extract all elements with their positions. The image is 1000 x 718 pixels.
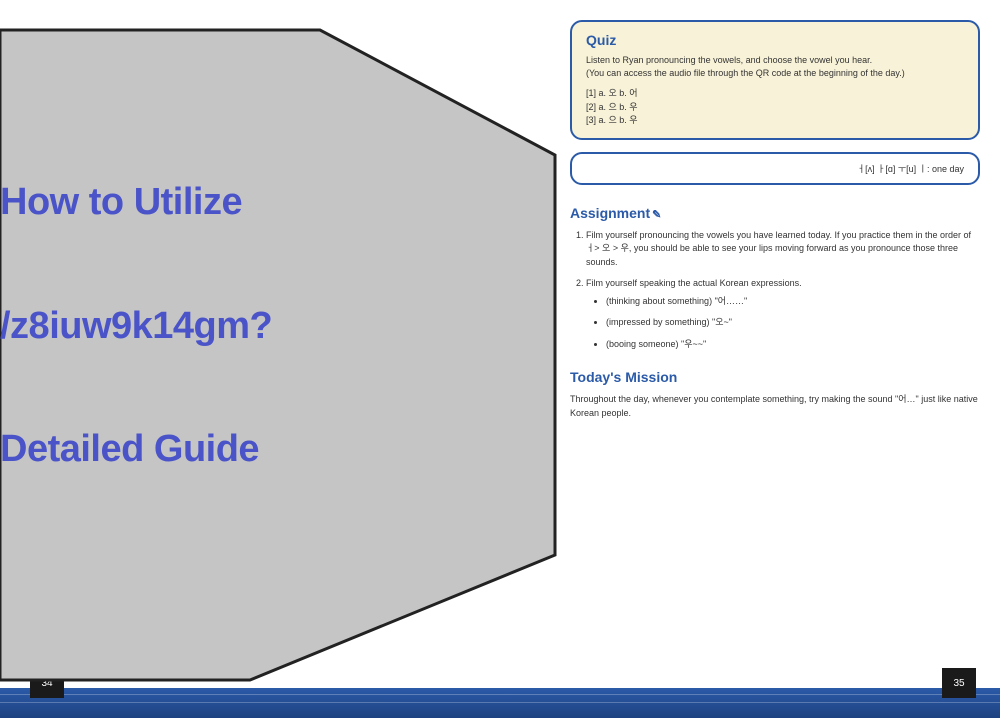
doc-left-bottom-text: …er that lets you feel that you're natur… xyxy=(180,590,440,628)
assignment-title-text: Assignment xyxy=(570,205,650,221)
page-number-right[interactable]: 35 xyxy=(942,668,976,698)
mission-text: Throughout the day, whenever you contemp… xyxy=(570,393,980,420)
overlay-line-3: Detailed Guide xyxy=(0,427,400,473)
overlay-line-2: /z8iuw9k14gm? xyxy=(0,304,400,350)
assignment-item-2-text: Film yourself speaking the actual Korean… xyxy=(586,278,802,288)
assignment-list: Film yourself pronouncing the vowels you… xyxy=(570,229,980,352)
assignment-item-2: Film yourself speaking the actual Korean… xyxy=(586,277,980,351)
bottom-progress-bar xyxy=(0,688,1000,718)
quiz-item-3: [3] a. 으 b. 우 xyxy=(586,114,964,128)
quiz-item-1: [1] a. 오 b. 어 xyxy=(586,87,964,101)
quiz-box: Quiz Listen to Ryan pronouncing the vowe… xyxy=(570,20,980,140)
overlay-headline: How to Utilize /z8iuw9k14gm? Detailed Gu… xyxy=(0,180,400,473)
document-right-column: Quiz Listen to Ryan pronouncing the vowe… xyxy=(570,20,980,420)
assignment-title: Assignment xyxy=(570,205,980,221)
quiz-instruction-1: Listen to Ryan pronouncing the vowels, a… xyxy=(586,54,964,67)
mission-title: Today's Mission xyxy=(570,369,980,385)
page-number-left[interactable]: 34 xyxy=(30,668,64,698)
quiz-instruction-2: (You can access the audio file through t… xyxy=(586,67,964,80)
overlay-line-1: How to Utilize xyxy=(0,180,400,226)
quiz-item-2: [2] a. 으 b. 우 xyxy=(586,101,964,115)
reference-box: ㅓ[ʌ] ㅏ[ɑ] ㅜ[u] ㅣ: one day xyxy=(570,152,980,185)
assignment-item-1: Film yourself pronouncing the vowels you… xyxy=(586,229,980,270)
assignment-bullet-3: (booing someone) "우~~" xyxy=(606,338,980,352)
quiz-items: [1] a. 오 b. 어 [2] a. 으 b. 우 [3] a. 으 b. … xyxy=(586,87,964,128)
assignment-bullet-2: (impressed by something) "오~" xyxy=(606,316,980,330)
lips-illustration xyxy=(185,56,281,104)
quiz-title: Quiz xyxy=(586,32,964,48)
korean-char-badge: ㅜ xyxy=(222,32,244,54)
assignment-bullet-1: (thinking about something) "어……" xyxy=(606,295,980,309)
